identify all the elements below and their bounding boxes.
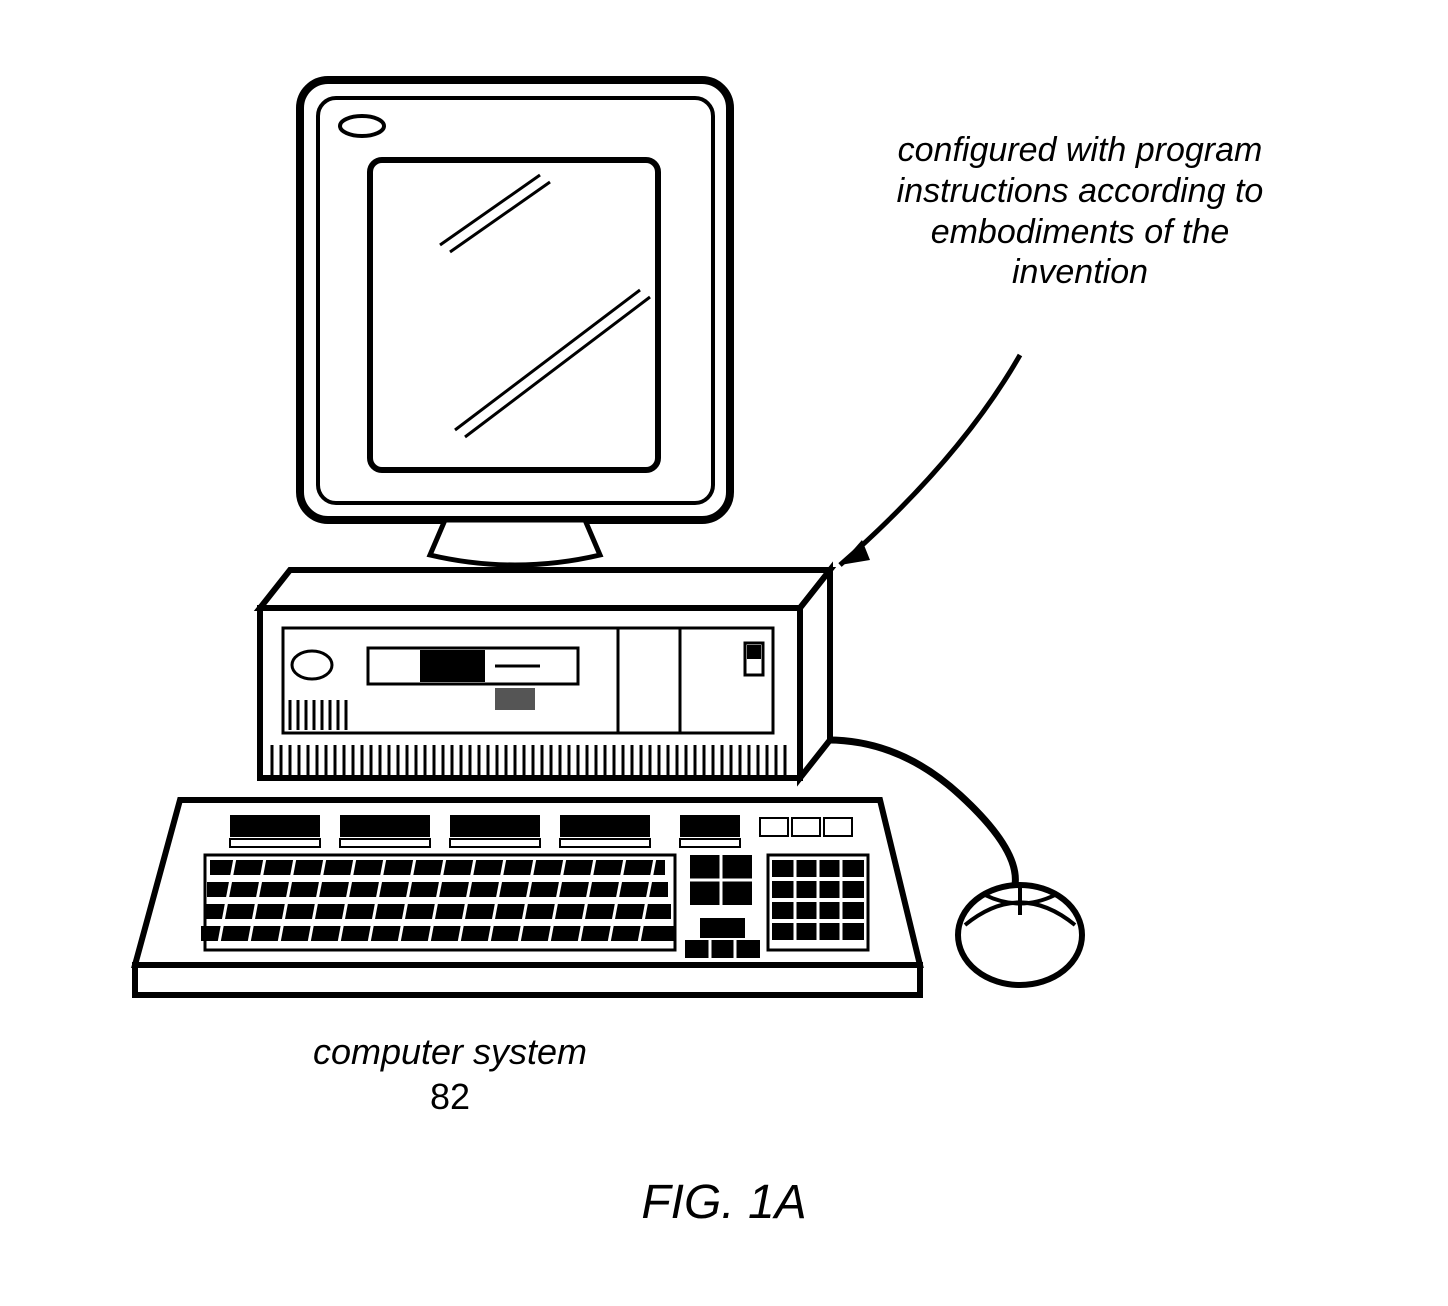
figure-title: FIG. 1A <box>0 1175 1448 1230</box>
monitor-neck <box>430 520 600 565</box>
keyboard-main <box>201 855 675 950</box>
power-button <box>292 651 332 679</box>
switch-toggle <box>747 645 761 659</box>
component-label: computer system <box>240 1030 660 1073</box>
reference-number: 82 <box>240 1075 660 1118</box>
tower-side <box>800 570 830 778</box>
annotation-text: configured with program instructions acc… <box>870 130 1290 293</box>
annotation-arrow-line <box>840 355 1020 565</box>
tower-top <box>260 570 830 608</box>
monitor-led <box>340 116 384 136</box>
keyboard-front <box>135 965 920 995</box>
keyboard-numpad <box>768 855 868 950</box>
drive-slot <box>420 650 485 682</box>
drive-detail <box>495 688 535 710</box>
